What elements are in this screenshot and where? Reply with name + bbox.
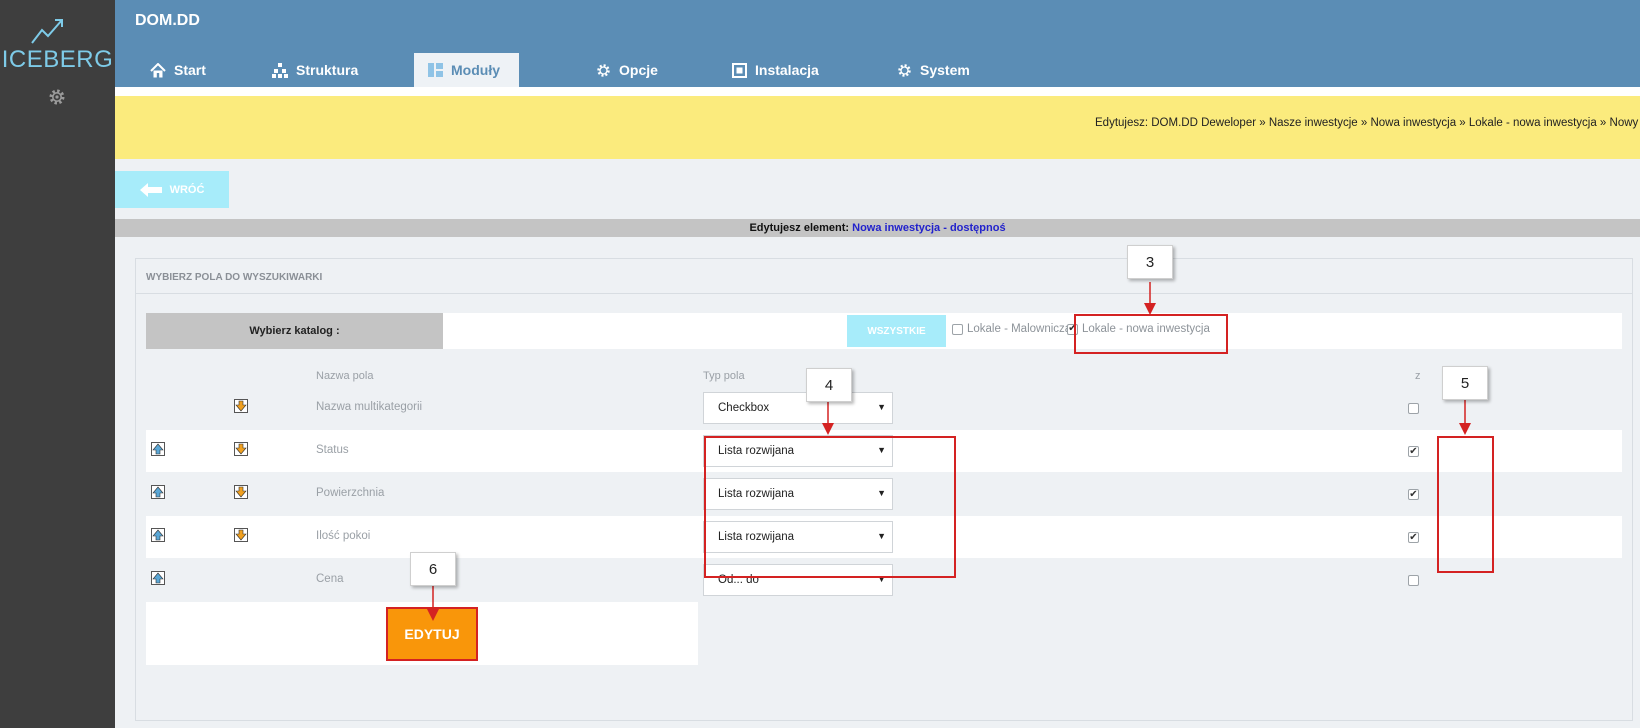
table-row: Nazwa multikategorii Checkbox ▼ [146,387,1622,429]
sidebar: ICEBERG [0,0,115,728]
field-name: Powierzchnia [316,487,385,499]
field-name: Ilość pokoi [316,530,371,542]
column-header-search: z [1415,370,1421,382]
catalog-option-label: Lokale - Malownicza [967,323,1072,335]
field-name: Status [316,444,349,456]
tab-instalacja[interactable]: Instalacja [732,53,819,87]
tab-struktura[interactable]: Struktura [272,53,358,87]
field-enabled-checkbox[interactable]: ✔ [1408,532,1419,543]
back-button-label: WRÓĆ [169,183,205,196]
edit-element-bar: Edytujesz element: Nowa inwestycja - dos… [115,219,1640,237]
top-bar: DOM.DD Start Struktura Moduły Opcje Inst… [115,0,1640,87]
highlight-box [1074,314,1228,354]
column-header-type: Typ pola [703,370,745,382]
tab-label: System [920,62,970,78]
site-title: DOM.DD [135,12,200,29]
field-enabled-checkbox[interactable] [1408,403,1419,414]
move-down-icon[interactable] [234,485,248,504]
field-type-value: Checkbox [718,402,770,414]
move-down-icon[interactable] [234,442,248,461]
catalog-checkbox[interactable] [952,323,963,335]
all-catalogs-button[interactable]: WSZYSTKIE [847,315,946,347]
tab-start[interactable]: Start [150,53,206,87]
breadcrumb[interactable]: Edytujesz: DOM.DD Deweloper » Nasze inwe… [1095,117,1640,129]
callout-4: 4 [806,368,852,402]
callout-3: 3 [1127,245,1173,279]
panel-title: WYBIERZ POLA DO WYSZUKIWARKI [146,272,323,283]
arrow-left-icon [139,182,162,197]
trend-line-icon [31,19,63,44]
chevron-down-icon: ▼ [877,402,886,412]
logo-text[interactable]: ICEBERG [0,46,115,74]
move-down-icon[interactable] [234,399,248,418]
gear-icon [898,63,911,77]
field-type-select[interactable]: Checkbox ▼ [703,392,893,424]
callout-6: 6 [410,552,456,586]
field-enabled-checkbox[interactable] [1408,575,1419,586]
panel-header: WYBIERZ POLA DO WYSZUKIWARKI [136,259,1632,294]
modules-icon [428,63,443,77]
field-enabled-checkbox[interactable]: ✔ [1408,446,1419,457]
highlight-box [704,436,956,578]
callout-5: 5 [1442,366,1488,400]
field-name: Nazwa multikategorii [316,401,423,413]
edit-button-area: EDYTUJ [146,602,698,665]
gear-icon [597,63,610,77]
tab-moduly[interactable]: Moduły [414,53,519,87]
catalog-row: Wybierz katalog : WSZYSTKIE Lokale - Mal… [146,313,1622,349]
tab-opcje[interactable]: Opcje [596,53,658,87]
column-header-name: Nazwa pola [316,370,374,382]
install-icon [732,62,747,78]
field-enabled-checkbox[interactable]: ✔ [1408,489,1419,500]
edit-element-link[interactable]: Nowa inwestycja - dostępnoś [852,222,1005,234]
tab-label: Opcje [619,62,658,78]
sitemap-icon [272,62,288,78]
edit-element-prefix: Edytujesz element: [749,222,850,234]
home-icon [150,62,166,77]
highlight-box [1437,436,1494,573]
gear-icon[interactable] [48,88,66,106]
tab-label: Struktura [296,62,359,78]
tab-system[interactable]: System [897,53,970,87]
tab-label: Moduły [451,62,500,78]
move-up-icon[interactable] [151,442,165,461]
edit-button[interactable]: EDYTUJ [386,607,478,661]
back-button[interactable]: WRÓĆ [115,171,229,208]
move-up-icon[interactable] [151,528,165,547]
move-up-icon[interactable] [151,485,165,504]
notice-bar: Edytujesz: DOM.DD Deweloper » Nasze inwe… [115,96,1640,159]
move-up-icon[interactable] [151,571,165,590]
tab-label: Start [174,62,206,78]
catalog-option-malownicza[interactable]: Lokale - Malownicza [952,323,1071,335]
move-down-icon[interactable] [234,528,248,547]
catalog-label: Wybierz katalog : [146,313,443,349]
field-name: Cena [316,573,344,585]
tab-label: Instalacja [755,62,819,78]
